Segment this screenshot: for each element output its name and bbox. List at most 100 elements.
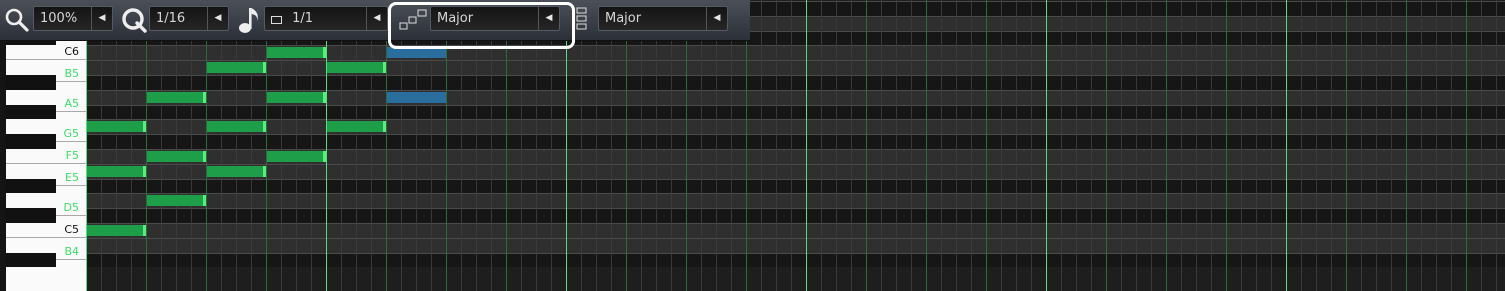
chord-arrow-icon[interactable]: ◀ <box>706 7 727 30</box>
beat-line <box>866 0 867 291</box>
black-key[interactable] <box>6 178 56 194</box>
midi-note[interactable] <box>147 151 206 162</box>
pitch-row[interactable] <box>86 223 1505 238</box>
midi-note[interactable] <box>87 165 146 177</box>
midi-note[interactable] <box>267 47 326 59</box>
pitch-row[interactable] <box>86 208 1505 223</box>
black-key[interactable] <box>6 208 56 223</box>
piano-keyboard[interactable]: D6C6B5A5G5F5E5D5C5B4 <box>6 40 86 291</box>
note-resize-handle[interactable] <box>203 151 206 162</box>
row-divider <box>86 163 1505 165</box>
step-line <box>1451 0 1452 291</box>
step-line <box>776 0 777 291</box>
step-line <box>836 0 837 291</box>
midi-note[interactable] <box>327 121 386 133</box>
note-length-arrow-icon[interactable]: ◀ <box>366 7 387 30</box>
bar-line <box>806 0 807 291</box>
note-resize-handle[interactable] <box>263 62 266 74</box>
pitch-row[interactable] <box>86 104 1505 120</box>
key-label: E5 <box>65 170 79 184</box>
key-label: G5 <box>63 126 79 140</box>
pitch-row[interactable] <box>86 193 1505 209</box>
ghost-note[interactable] <box>387 91 446 103</box>
step-line <box>671 0 672 291</box>
pitch-row[interactable] <box>86 134 1505 149</box>
quantize-arrow-icon[interactable]: ◀ <box>207 7 228 30</box>
pitch-row[interactable] <box>86 119 1505 135</box>
eighth-note-icon <box>237 5 263 39</box>
midi-note[interactable] <box>207 165 266 177</box>
step-line <box>971 0 972 291</box>
midi-note[interactable] <box>267 91 326 103</box>
quantize-value: 1/16 <box>156 11 186 26</box>
pitch-row[interactable] <box>86 178 1505 194</box>
midi-note[interactable] <box>327 62 386 74</box>
step-line <box>1271 0 1272 291</box>
note-resize-handle[interactable] <box>143 225 146 236</box>
note-resize-handle[interactable] <box>143 121 146 133</box>
chord-select[interactable]: Major ◀ <box>598 6 728 31</box>
note-resize-handle[interactable] <box>263 165 266 177</box>
step-line <box>1211 0 1212 291</box>
row-divider <box>86 45 1505 47</box>
midi-note[interactable] <box>147 195 206 207</box>
step-line <box>116 0 117 291</box>
row-divider <box>86 89 1505 91</box>
beat-line <box>986 0 987 291</box>
step-line <box>1331 0 1332 291</box>
step-line <box>296 0 297 291</box>
black-key[interactable] <box>6 252 56 268</box>
midi-note[interactable] <box>267 151 326 162</box>
row-divider <box>86 134 1505 136</box>
ghost-note[interactable] <box>387 47 446 59</box>
pitch-row[interactable] <box>86 75 1505 90</box>
step-line <box>641 0 642 291</box>
midi-note[interactable] <box>207 62 266 74</box>
pitch-row[interactable] <box>86 252 1505 268</box>
note-resize-handle[interactable] <box>383 121 386 133</box>
step-line <box>356 0 357 291</box>
step-line <box>161 0 162 291</box>
black-key[interactable] <box>6 104 56 120</box>
pitch-row[interactable] <box>86 237 1505 253</box>
zoom-arrow-icon[interactable]: ◀ <box>91 7 112 30</box>
midi-note[interactable] <box>207 121 266 133</box>
midi-note[interactable] <box>147 91 206 103</box>
step-line <box>716 0 717 291</box>
beat-line <box>1346 0 1347 291</box>
note-length-select[interactable]: 1/1 ◀ <box>264 6 388 31</box>
note-resize-handle[interactable] <box>383 62 386 74</box>
midi-note[interactable] <box>87 225 146 236</box>
step-line <box>1241 0 1242 291</box>
note-resize-handle[interactable] <box>203 195 206 207</box>
step-line <box>821 0 822 291</box>
quantize-select[interactable]: 1/16 ◀ <box>149 6 229 31</box>
step-line <box>1496 0 1497 291</box>
step-line <box>1436 0 1437 291</box>
beat-line <box>386 0 387 291</box>
editor-toolbar: 100% ◀ 1/16 ◀ 1/1 ◀ Major ◀ Major ◀ <box>0 0 750 41</box>
beat-line <box>686 0 687 291</box>
black-key[interactable] <box>6 134 56 149</box>
step-line <box>941 0 942 291</box>
step-line <box>311 0 312 291</box>
note-resize-handle[interactable] <box>323 47 326 59</box>
note-resize-handle[interactable] <box>263 121 266 133</box>
note-resize-handle[interactable] <box>203 91 206 103</box>
step-line <box>191 0 192 291</box>
note-resize-handle[interactable] <box>323 151 326 162</box>
key-label: C6 <box>64 45 79 59</box>
midi-note[interactable] <box>87 121 146 133</box>
piano-roll-grid[interactable] <box>86 0 1505 291</box>
zoom-select[interactable]: 100% ◀ <box>33 6 113 31</box>
note-resize-handle[interactable] <box>143 165 146 177</box>
pitch-row[interactable] <box>86 60 1505 75</box>
bar-line <box>86 0 87 291</box>
note-resize-handle[interactable] <box>323 91 326 103</box>
beat-line <box>146 0 147 291</box>
pitch-row[interactable] <box>86 163 1505 179</box>
step-line <box>221 0 222 291</box>
beat-line <box>206 0 207 291</box>
black-key[interactable] <box>6 75 56 90</box>
row-divider <box>86 178 1505 180</box>
